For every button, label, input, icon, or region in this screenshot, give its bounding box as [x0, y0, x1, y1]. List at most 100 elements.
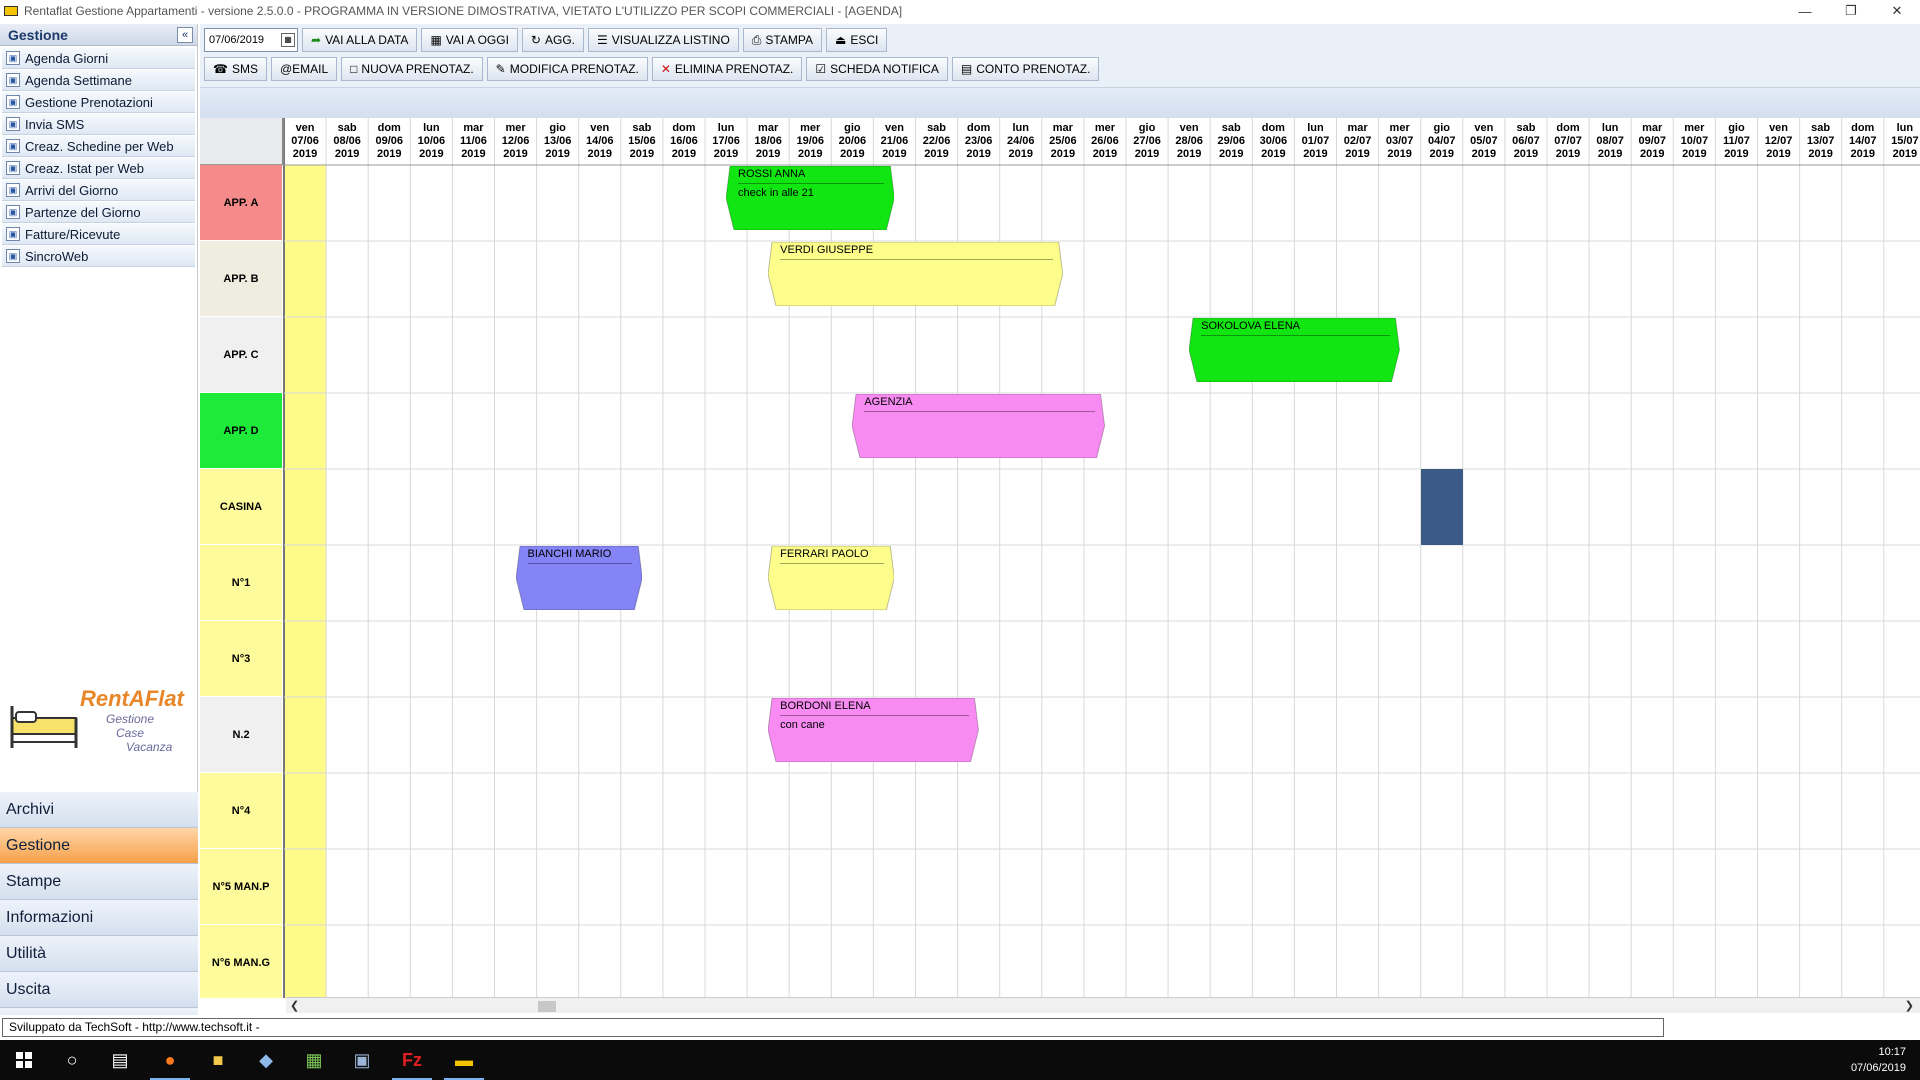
booking-rossi-anna[interactable]: ROSSI ANNA check in alle 21	[726, 166, 895, 230]
day-header[interactable]: sab 06/07 2019	[1505, 122, 1547, 164]
sidebar-item-sincroweb[interactable]: ▣ SincroWeb	[2, 246, 195, 267]
day-header[interactable]: mar 11/06 2019	[452, 122, 494, 164]
task-view-icon[interactable]: ▤	[96, 1040, 144, 1080]
app-window-icon[interactable]: ▣	[338, 1040, 386, 1080]
esci-button[interactable]: ⏏ ESCI	[825, 28, 888, 52]
sidebar-item-fatture-ricevute[interactable]: ▣ Fatture/Ricevute	[2, 224, 195, 245]
day-header[interactable]: dom 09/06 2019	[368, 122, 410, 164]
sidebar-item-agenda-settimane[interactable]: ▣ Agenda Settimane	[2, 70, 195, 91]
search-icon[interactable]: ○	[48, 1040, 96, 1080]
day-header[interactable]: gio 04/07 2019	[1421, 122, 1463, 164]
day-header[interactable]: ven 14/06 2019	[579, 122, 621, 164]
day-header[interactable]: mar 09/07 2019	[1631, 122, 1673, 164]
day-header[interactable]: gio 27/06 2019	[1126, 122, 1168, 164]
menu-item-uscita[interactable]: Uscita	[0, 972, 198, 1008]
scroll-thumb[interactable]	[538, 1001, 556, 1012]
day-header[interactable]: ven 28/06 2019	[1168, 122, 1210, 164]
day-header[interactable]: dom 14/07 2019	[1842, 122, 1884, 164]
menu-item-archivi[interactable]: Archivi	[0, 792, 198, 828]
day-header[interactable]: ven 21/06 2019	[873, 122, 915, 164]
firefox-icon[interactable]: ●	[146, 1040, 194, 1080]
conto-prenotaz-button[interactable]: ▤ CONTO PRENOTAZ.	[951, 57, 1100, 81]
minimize-icon[interactable]: —	[1782, 0, 1828, 22]
filezilla-icon[interactable]: Fz	[388, 1040, 436, 1080]
day-header[interactable]: mar 18/06 2019	[747, 122, 789, 164]
room-label-app-a[interactable]: APP. A	[200, 165, 282, 241]
day-header[interactable]: sab 15/06 2019	[621, 122, 663, 164]
booking-bordoni-elena[interactable]: BORDONI ELENA con cane	[768, 698, 979, 762]
day-header[interactable]: sab 08/06 2019	[326, 122, 368, 164]
menu-item-stampe[interactable]: Stampe	[0, 864, 198, 900]
room-label-app-c[interactable]: APP. C	[200, 317, 282, 393]
room-label-n-4[interactable]: N°4	[200, 773, 282, 849]
booking-verdi-giuseppe[interactable]: VERDI GIUSEPPE	[768, 242, 1063, 306]
day-header[interactable]: gio 20/06 2019	[831, 122, 873, 164]
room-label-n-6-man-g[interactable]: N°6 MAN.G	[200, 925, 282, 998]
agg-button[interactable]: ↻ AGG.	[521, 28, 584, 52]
scroll-right-icon[interactable]: ❯	[1905, 999, 1914, 1012]
room-label-casina[interactable]: CASINA	[200, 469, 282, 545]
horizontal-scrollbar[interactable]: ❮ ❯	[286, 997, 1920, 1013]
room-label-n-1[interactable]: N°1	[200, 545, 282, 621]
day-header[interactable]: sab 29/06 2019	[1210, 122, 1252, 164]
day-header[interactable]: mer 03/07 2019	[1379, 122, 1421, 164]
agenda-grid[interactable]: ven 07/06 2019 sab 08/06 2019 dom 09/06 2019 lun 1…	[200, 118, 1920, 998]
day-header[interactable]: ven 05/07 2019	[1463, 122, 1505, 164]
day-header[interactable]: sab 13/07 2019	[1800, 122, 1842, 164]
menu-item-gestione[interactable]: Gestione	[0, 828, 198, 864]
day-header[interactable]: mer 26/06 2019	[1084, 122, 1126, 164]
email-button[interactable]: @EMAIL	[270, 57, 338, 81]
day-header[interactable]: dom 23/06 2019	[958, 122, 1000, 164]
day-header[interactable]: gio 13/06 2019	[537, 122, 579, 164]
file-explorer-icon[interactable]: ■	[194, 1040, 242, 1080]
day-header[interactable]: dom 16/06 2019	[663, 122, 705, 164]
day-header[interactable]: dom 07/07 2019	[1547, 122, 1589, 164]
room-label-n-5-man-p[interactable]: N°5 MAN.P	[200, 849, 282, 925]
spreadsheet-icon[interactable]: ▦	[290, 1040, 338, 1080]
day-header[interactable]: ven 07/06 2019	[284, 122, 326, 164]
room-label-app-b[interactable]: APP. B	[200, 241, 282, 317]
sidebar-item-creaz-istat-per-web[interactable]: ▣ Creaz. Istat per Web	[2, 158, 195, 179]
room-label-app-d[interactable]: APP. D	[200, 393, 282, 469]
day-header[interactable]: mar 02/07 2019	[1337, 122, 1379, 164]
day-header[interactable]: lun 17/06 2019	[705, 122, 747, 164]
day-header[interactable]: mer 12/06 2019	[495, 122, 537, 164]
day-header[interactable]: gio 11/07 2019	[1715, 122, 1757, 164]
stampa-button[interactable]: ⎙ STAMPA	[742, 28, 822, 52]
day-header[interactable]: lun 08/07 2019	[1589, 122, 1631, 164]
booking-agenzia[interactable]: AGENZIA	[852, 394, 1105, 458]
day-header[interactable]: mer 10/07 2019	[1673, 122, 1715, 164]
close-icon[interactable]: ✕	[1874, 0, 1920, 22]
sidebar-item-gestione-prenotazioni[interactable]: ▣ Gestione Prenotazioni	[2, 92, 195, 113]
restore-icon[interactable]: ❐	[1828, 0, 1874, 22]
sidebar-item-invia-sms[interactable]: ▣ Invia SMS	[2, 114, 195, 135]
booking-bianchi-mario[interactable]: BIANCHI MARIO	[515, 546, 642, 610]
scheda-notifica-button[interactable]: ☑ SCHEDA NOTIFICA	[806, 57, 948, 81]
windows-start-icon[interactable]	[0, 1040, 48, 1080]
visualizza-listino-button[interactable]: ☰ VISUALIZZA LISTINO	[588, 28, 739, 52]
vai-a-oggi-button[interactable]: ▦ VAI A OGGI	[421, 28, 518, 52]
sidebar-item-arrivi-del-giorno[interactable]: ▣ Arrivi del Giorno	[2, 180, 195, 201]
room-label-n-3[interactable]: N°3	[200, 621, 282, 697]
menu-item-informazioni[interactable]: Informazioni	[0, 900, 198, 936]
day-header[interactable]: mar 25/06 2019	[1042, 122, 1084, 164]
booking-ferrari-paolo[interactable]: FERRARI PAOLO	[768, 546, 895, 610]
vai-alla-data-button[interactable]: ➦ VAI ALLA DATA	[302, 28, 418, 52]
nuova-prenotaz-button[interactable]: □ NUOVA PRENOTAZ.	[341, 57, 483, 81]
day-header[interactable]: mer 19/06 2019	[789, 122, 831, 164]
day-header[interactable]: lun 24/06 2019	[1000, 122, 1042, 164]
sidebar-item-creaz-schedine-per-web[interactable]: ▣ Creaz. Schedine per Web	[2, 136, 195, 157]
booking-sokolova-elena[interactable]: SOKOLOVA ELENA	[1189, 318, 1400, 382]
day-header[interactable]: lun 01/07 2019	[1294, 122, 1336, 164]
room-label-n-2[interactable]: N.2	[200, 697, 282, 773]
day-header[interactable]: dom 30/06 2019	[1252, 122, 1294, 164]
sidebar-item-agenda-giorni[interactable]: ▣ Agenda Giorni	[2, 48, 195, 69]
calendar-icon[interactable]: ▦	[281, 33, 295, 47]
rentaflat-taskbar-icon[interactable]: ▬	[440, 1040, 488, 1080]
elimina-prenotaz-button[interactable]: ✕ ELIMINA PRENOTAZ.	[651, 57, 803, 81]
menu-item-utilit[interactable]: Utilità	[0, 936, 198, 972]
clock[interactable]: 10:17 07/06/2019	[1851, 1044, 1906, 1076]
sidebar-item-partenze-del-giorno[interactable]: ▣ Partenze del Giorno	[2, 202, 195, 223]
collapse-icon[interactable]: «	[177, 26, 193, 43]
day-header[interactable]: ven 12/07 2019	[1758, 122, 1800, 164]
